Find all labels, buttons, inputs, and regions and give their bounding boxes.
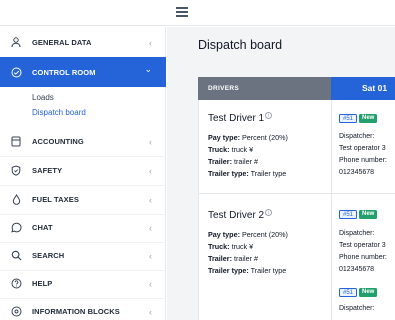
sidebar-item-chat[interactable]: CHAT ‹ xyxy=(0,213,166,243)
chevron-left-icon: ‹ xyxy=(149,306,152,317)
driver-pay-type: Pay type: Percent (20%) xyxy=(208,230,288,239)
chevron-left-icon: ‹ xyxy=(149,250,152,261)
sidebar-item-control-room[interactable]: CONTROL ROOM ⌄ xyxy=(0,57,166,87)
chevron-down-icon: ⌄ xyxy=(144,64,152,74)
check-circle-icon xyxy=(10,66,22,78)
help-icon xyxy=(10,278,22,290)
sidebar-subitem-dispatch-board[interactable]: Dispatch board xyxy=(32,108,86,117)
load-id-badge[interactable]: #51 xyxy=(339,210,358,219)
driver-trailer: Trailer: trailer # xyxy=(208,157,258,166)
load-phone: 012345678 xyxy=(339,169,375,176)
hamburger-icon[interactable] xyxy=(176,7,188,17)
sidebar-item-safety[interactable]: SAFETY ‹ xyxy=(0,156,166,186)
load-phone: 012345678 xyxy=(339,266,375,273)
top-bar xyxy=(0,0,395,26)
sidebar-subitem-loads[interactable]: Loads xyxy=(32,93,54,102)
page-title: Dispatch board xyxy=(198,38,283,52)
sidebar-item-label: SAFETY xyxy=(32,166,63,175)
chevron-left-icon: ‹ xyxy=(149,278,152,289)
driver-name[interactable]: Test Driver 1 xyxy=(208,113,264,124)
chevron-left-icon: ‹ xyxy=(149,37,152,48)
sidebar-item-label: CHAT xyxy=(32,223,53,232)
load-dispatcher: Test operator 3 xyxy=(339,242,386,249)
column-divider xyxy=(331,100,332,320)
day-column-header[interactable]: Sat 01 xyxy=(331,77,395,100)
sidebar-item-search[interactable]: SEARCH ‹ xyxy=(0,241,166,271)
sidebar-item-general-data[interactable]: GENERAL DATA ‹ xyxy=(0,28,166,58)
sidebar-item-label: SEARCH xyxy=(32,251,65,260)
status-badge: New xyxy=(359,288,378,297)
driver-name[interactable]: Test Driver 2 xyxy=(208,210,264,221)
driver-truck: Truck: truck ¥ xyxy=(208,145,254,154)
calculator-icon xyxy=(10,136,22,148)
chevron-left-icon: ‹ xyxy=(149,222,152,233)
chevron-left-icon: ‹ xyxy=(149,194,152,205)
load-phone-label: Phone number: xyxy=(339,157,387,164)
sidebar-item-label: ACCOUNTING xyxy=(32,137,84,146)
chevron-left-icon: ‹ xyxy=(149,165,152,176)
fuel-drop-icon xyxy=(10,194,22,206)
info-icon[interactable]: i xyxy=(265,209,272,216)
load-phone-label: Phone number: xyxy=(339,254,387,261)
load-id-badge[interactable]: #51 xyxy=(339,288,358,297)
chevron-left-icon: ‹ xyxy=(149,136,152,147)
sidebar-item-label: CONTROL ROOM xyxy=(32,67,96,77)
load-dispatcher-label: Dispatcher: xyxy=(339,305,375,312)
driver-trailer-type: Trailer type: Trailer type xyxy=(208,169,287,178)
status-badge: New xyxy=(359,114,378,123)
load-dispatcher-label: Dispatcher: xyxy=(339,230,375,237)
driver-trailer: Trailer: trailer # xyxy=(208,254,258,263)
sidebar-item-help[interactable]: HELP ‹ xyxy=(0,269,166,299)
driver-truck: Truck: truck ¥ xyxy=(208,242,254,251)
load-dispatcher: Test operator 3 xyxy=(339,145,386,152)
sidebar-item-information-blocks[interactable]: INFORMATION BLOCKS ‹ xyxy=(0,297,166,320)
sidebar-item-label: GENERAL DATA xyxy=(32,38,92,47)
sidebar-item-label: HELP xyxy=(32,279,53,288)
sidebar-item-label: FUEL TAXES xyxy=(32,195,79,204)
shield-icon xyxy=(10,165,22,177)
info-blocks-icon xyxy=(10,306,22,318)
search-icon xyxy=(10,250,22,262)
sidebar-item-fuel-taxes[interactable]: FUEL TAXES ‹ xyxy=(0,185,166,215)
row-divider xyxy=(198,193,395,194)
user-icon xyxy=(10,37,22,49)
sidebar-item-label: INFORMATION BLOCKS xyxy=(32,307,120,316)
sidebar-item-accounting[interactable]: ACCOUNTING ‹ xyxy=(0,127,166,157)
load-id-badge[interactable]: #51 xyxy=(339,114,358,123)
driver-pay-type: Pay type: Percent (20%) xyxy=(208,133,288,142)
driver-trailer-type: Trailer type: Trailer type xyxy=(208,266,287,275)
info-icon[interactable]: i xyxy=(265,112,272,119)
status-badge: New xyxy=(359,210,378,219)
chat-icon xyxy=(10,222,22,234)
load-dispatcher-label: Dispatcher: xyxy=(339,133,375,140)
drivers-column-header: DRIVERS xyxy=(198,77,331,100)
